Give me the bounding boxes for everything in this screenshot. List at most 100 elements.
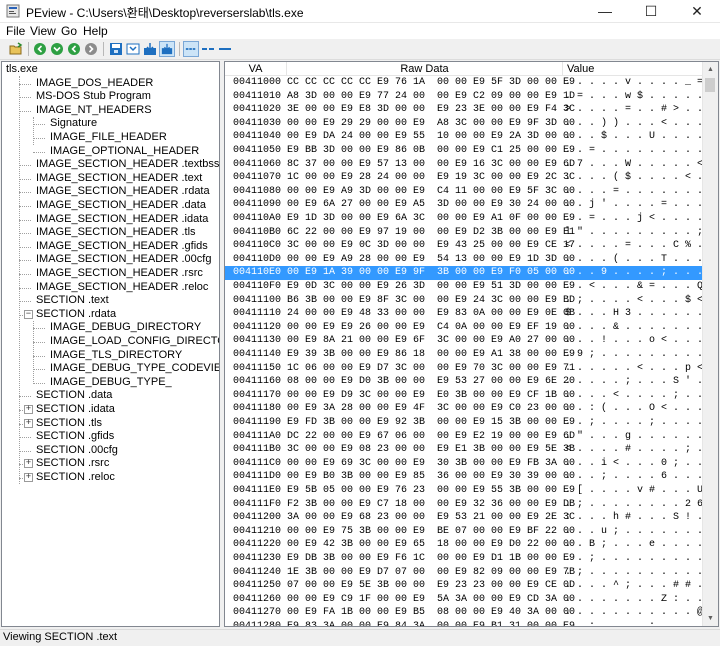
hex-row[interactable]: 00411250 07 00 00 E9 5E 3B 00 00 E9 23 23… (225, 579, 715, 593)
tree-item[interactable]: IMAGE_DEBUG_TYPE_CODEVIEW (50, 362, 219, 375)
tree-item[interactable]: SECTION .reloc (36, 471, 115, 484)
menu-help[interactable]: Help (83, 24, 108, 38)
tree-item[interactable]: MS-DOS Stub Program (36, 90, 151, 103)
hex-row[interactable]: 004111E0 E9 5B 05 00 00 E9 76 23 00 00 E9… (225, 484, 715, 498)
tree-item[interactable]: SECTION .00cfg (36, 444, 118, 457)
hex-row[interactable]: 00411260 00 00 E9 C9 1F 00 00 E9 5A 3A 00… (225, 593, 715, 607)
tree-item[interactable]: SECTION .text (36, 294, 109, 307)
save-icon[interactable] (108, 41, 124, 57)
hex-row[interactable]: 00411020 3E 00 00 E9 E8 3D 00 00 E9 23 3E… (225, 103, 715, 117)
hex-row[interactable]: 004111F0 F2 3B 00 00 E9 C7 18 00 00 E9 32… (225, 498, 715, 512)
hex-row[interactable]: 00411230 E9 DB 3B 00 00 E9 F6 1C 00 00 E9… (225, 552, 715, 566)
hex-row[interactable]: 00411070 1C 00 00 E9 28 24 00 00 E9 19 3C… (225, 171, 715, 185)
column-raw-data[interactable]: Raw Data (287, 62, 563, 76)
scroll-down-icon[interactable]: ▼ (703, 611, 718, 626)
hex-row[interactable]: 004111A0 DC 22 00 00 E9 67 06 00 00 E9 E2… (225, 430, 715, 444)
tree-item[interactable]: IMAGE_SECTION_HEADER .gfids (36, 240, 208, 253)
tree-item[interactable]: IMAGE_SECTION_HEADER .data (36, 199, 206, 212)
hex-row[interactable]: 00411280 E9 83 3A 00 00 E9 84 3A 00 00 E9… (225, 620, 715, 626)
tree-item[interactable]: SECTION .data (36, 389, 112, 402)
menu-file[interactable]: File (6, 24, 25, 38)
hex-row[interactable]: 00411240 1E 3B 00 00 E9 D7 07 00 00 E9 82… (225, 566, 715, 580)
hex-row[interactable]: 00411130 00 E9 8A 21 00 00 E9 6F 3C 00 00… (225, 334, 715, 348)
hex-row[interactable]: 004111D0 00 E9 B0 3B 00 00 E9 85 36 00 00… (225, 470, 715, 484)
go-forward-icon[interactable] (49, 41, 65, 57)
expand-icon[interactable]: + (24, 405, 33, 414)
minimize-button[interactable]: — (582, 0, 628, 22)
hex-row[interactable]: 00411090 00 E9 6A 27 00 00 E9 A5 3D 00 00… (225, 198, 715, 212)
tree-item[interactable]: IMAGE_SECTION_HEADER .text (36, 172, 202, 185)
tree-item[interactable]: IMAGE_DOS_HEADER (36, 77, 153, 90)
hex-row[interactable]: 00411170 00 00 E9 D9 3C 00 00 E9 E0 3B 00… (225, 389, 715, 403)
tree-item[interactable]: Signature (50, 117, 97, 130)
scroll-thumb[interactable] (705, 78, 715, 92)
hex-row[interactable]: 00411140 E9 39 3B 00 00 E9 86 18 00 00 E9… (225, 348, 715, 362)
tree-item[interactable]: IMAGE_NT_HEADERS (36, 104, 152, 117)
hex-row[interactable]: 00411180 00 E9 3A 28 00 00 E9 4F 3C 00 00… (225, 402, 715, 416)
open-folder-icon[interactable] (8, 41, 24, 57)
hex-row[interactable]: 00411210 00 00 E9 75 3B 00 00 E9 BE 07 00… (225, 525, 715, 539)
expand-icon[interactable]: + (24, 473, 33, 482)
byte-view-icon[interactable] (200, 41, 216, 57)
tree-item[interactable]: SECTION .idata (36, 403, 115, 416)
close-button[interactable]: ✕ (674, 0, 720, 22)
hex-row[interactable]: 00411200 3A 00 00 E9 68 23 00 00 E9 53 21… (225, 511, 715, 525)
hex-row[interactable]: 004111B0 3C 00 00 E9 08 23 00 00 E9 E1 3B… (225, 443, 715, 457)
menu-view[interactable]: View (30, 24, 56, 38)
hex-row[interactable]: 004111C0 00 00 E9 69 3C 00 00 E9 30 3B 00… (225, 457, 715, 471)
word-view-icon[interactable] (217, 41, 233, 57)
hex-row[interactable]: 00411110 24 00 00 E9 48 33 00 00 E9 83 0A… (225, 307, 715, 321)
column-value[interactable]: Value (563, 62, 705, 76)
hex-row[interactable]: 004110B0 6C 22 00 00 E9 97 19 00 00 E9 D2… (225, 226, 715, 240)
tree-item[interactable]: IMAGE_DEBUG_DIRECTORY (50, 321, 201, 334)
hex-row[interactable]: 00411190 E9 FD 3B 00 00 E9 92 3B 00 00 E9… (225, 416, 715, 430)
maximize-button[interactable]: ☐ (628, 0, 674, 22)
hex-row-selected[interactable]: 004110E0 00 E9 1A 39 00 00 E9 9F 3B 00 00… (225, 266, 715, 280)
tree-item[interactable]: SECTION .rsrc (36, 457, 109, 470)
section-tree[interactable]: tls.exe IMAGE_DOS_HEADER MS-DOS Stub Progr… (1, 61, 220, 627)
export-icon[interactable] (125, 41, 141, 57)
go-next-icon[interactable] (83, 41, 99, 57)
hex-row[interactable]: 00411000 CC CC CC CC CC E9 76 1A 00 00 E9… (225, 76, 715, 90)
go-back-icon[interactable] (32, 41, 48, 57)
collapse-icon[interactable]: − (24, 309, 33, 319)
scroll-up-icon[interactable]: ▲ (703, 62, 718, 77)
expand-icon[interactable]: + (24, 418, 33, 428)
tree-item[interactable]: IMAGE_LOAD_CONFIG_DIRECTORY (50, 335, 219, 348)
hex-row[interactable]: 00411030 00 00 E9 29 29 00 00 E9 A8 3C 00… (225, 117, 715, 131)
tree-item[interactable]: tls.exe (6, 63, 38, 76)
hex-row[interactable]: 00411010 A8 3D 00 00 E9 77 24 00 00 E9 C2… (225, 90, 715, 104)
hex-row[interactable]: 00411080 00 00 E9 A9 3D 00 00 E9 C4 11 00… (225, 185, 715, 199)
column-va[interactable]: VA (225, 62, 287, 76)
tree-item[interactable]: IMAGE_SECTION_HEADER .reloc (36, 281, 208, 294)
hex-row[interactable]: 004110F0 E9 0D 3C 00 00 E9 26 3D 00 00 E9… (225, 280, 715, 294)
hex-row[interactable]: 00411050 E9 BB 3D 00 00 E9 86 0B 00 00 E9… (225, 144, 715, 158)
tree-item[interactable]: IMAGE_SECTION_HEADER .idata (36, 213, 208, 226)
tree-item[interactable]: SECTION .gfids (36, 430, 114, 443)
tree-item[interactable]: SECTION .rdata (36, 308, 116, 321)
expand-icon[interactable]: + (24, 459, 33, 469)
raw-view-icon[interactable] (159, 41, 175, 57)
hex-row[interactable]: 00411160 08 00 00 E9 D0 3B 00 00 E9 53 27… (225, 375, 715, 389)
tree-item[interactable]: IMAGE_SECTION_HEADER .00cfg (36, 253, 211, 266)
hex-view[interactable]: VA Raw Data Value 00411000 CC CC CC CC CC… (224, 61, 719, 627)
hex-row[interactable]: 004110C0 3C 00 00 E9 0C 3D 00 00 E9 43 25… (225, 239, 715, 253)
tree-item[interactable]: IMAGE_OPTIONAL_HEADER (50, 145, 199, 158)
hex-view-icon[interactable] (183, 41, 199, 57)
hex-row[interactable]: 00411220 00 E9 42 3B 00 00 E9 65 18 00 00… (225, 538, 715, 552)
hex-row[interactable]: 00411100 B6 3B 00 00 E9 8F 3C 00 00 E9 24… (225, 294, 715, 308)
go-previous-icon[interactable] (66, 41, 82, 57)
save-down-icon[interactable] (142, 41, 158, 57)
tree-item[interactable]: SECTION .tls (36, 417, 102, 430)
hex-row[interactable]: 00411060 8C 37 00 00 E9 57 13 00 00 E9 16… (225, 158, 715, 172)
hex-row[interactable]: 00411120 00 00 E9 E9 26 00 00 E9 C4 0A 00… (225, 321, 715, 335)
tree-item[interactable]: IMAGE_SECTION_HEADER .rsrc (36, 267, 203, 280)
tree-item[interactable]: IMAGE_FILE_HEADER (50, 131, 167, 144)
hex-row[interactable]: 00411270 00 E9 FA 1B 00 00 E9 B5 08 00 00… (225, 606, 715, 620)
tree-item[interactable]: IMAGE_SECTION_HEADER .rdata (36, 185, 210, 198)
hex-row[interactable]: 004110D0 00 00 E9 A9 28 00 00 E9 54 13 00… (225, 253, 715, 267)
hex-row[interactable]: 004110A0 E9 1D 3D 00 00 E9 6A 3C 00 00 E9… (225, 212, 715, 226)
menu-go[interactable]: Go (61, 24, 77, 38)
tree-item[interactable]: IMAGE_SECTION_HEADER .tls (36, 226, 196, 239)
hex-row[interactable]: 00411040 00 E9 DA 24 00 00 E9 55 10 00 00… (225, 130, 715, 144)
